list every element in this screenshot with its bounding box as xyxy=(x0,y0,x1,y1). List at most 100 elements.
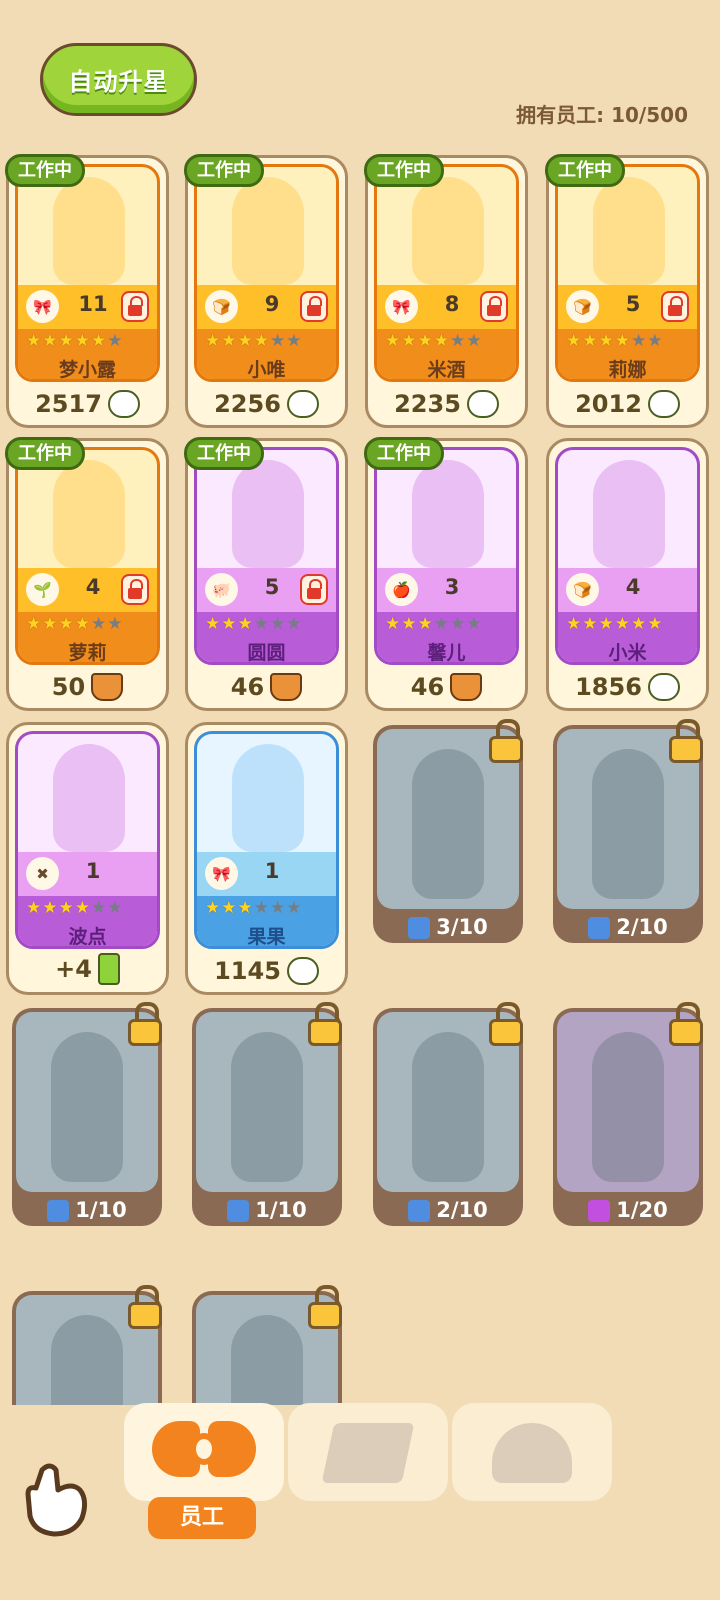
star-icon: ★ xyxy=(466,331,483,351)
tab-staff[interactable] xyxy=(124,1403,284,1501)
employee-card[interactable]: 🎀 11 ★★★★★★ 梦小露 2517 工作中 xyxy=(5,154,169,428)
star-rating: ★★★★★★ xyxy=(385,331,483,351)
lock-icon[interactable] xyxy=(121,574,149,605)
employee-name: 果果 xyxy=(247,926,286,948)
working-badge: 工作中 xyxy=(5,154,85,187)
padlock-icon xyxy=(487,1002,525,1046)
employee-level: 1 xyxy=(264,859,280,883)
employee-card[interactable]: 🎀 8 ★★★★★★ 米酒 2235 工作中 xyxy=(364,154,528,428)
star-icon: ★ xyxy=(385,614,402,634)
lock-icon[interactable] xyxy=(480,291,508,322)
employee-output: 1145 xyxy=(188,956,345,985)
employee-output: 1856 xyxy=(549,672,706,701)
auto-star-button[interactable]: 自动升星 xyxy=(40,43,197,116)
star-rating: ★★★★★★ xyxy=(26,614,124,634)
star-rating: ★★★★★★ xyxy=(566,331,664,351)
star-icon: ★ xyxy=(253,614,270,634)
locked-employee-card[interactable]: 3/10 xyxy=(373,719,523,943)
employee-output: 2256 xyxy=(188,389,345,418)
lock-icon[interactable] xyxy=(661,291,689,322)
star-icon: ★ xyxy=(433,331,450,351)
star-icon: ★ xyxy=(401,614,418,634)
cross-icon: ✖ xyxy=(26,857,59,890)
employee-card[interactable]: 🌱 4 ★★★★★★ 萝莉 50 工作中 xyxy=(5,437,169,711)
star-icon: ★ xyxy=(647,614,664,634)
working-badge: 工作中 xyxy=(364,154,444,187)
star-icon: ★ xyxy=(237,614,254,634)
puzzle-piece-icon xyxy=(408,917,431,939)
character-silhouette xyxy=(232,744,304,852)
employee-portrait xyxy=(558,450,697,568)
employee-level: 11 xyxy=(78,292,108,316)
employee-name: 梦小露 xyxy=(58,359,116,381)
tab-menu[interactable] xyxy=(288,1403,448,1501)
back-hand-icon[interactable] xyxy=(22,1460,92,1538)
employee-level: 8 xyxy=(444,292,460,316)
locked-employee-card[interactable]: 1/20 xyxy=(553,1002,703,1226)
star-icon: ★ xyxy=(286,898,303,918)
star-icon: ★ xyxy=(417,614,434,634)
employee-card[interactable]: 🍞 5 ★★★★★★ 莉娜 2012 工作中 xyxy=(545,154,709,428)
lock-icon[interactable] xyxy=(121,291,149,322)
working-badge: 工作中 xyxy=(184,154,264,187)
employee-card[interactable]: ✖ 1 ★★★★★★ 波点 +4 xyxy=(6,722,169,995)
employee-card[interactable]: 🐖 5 ★★★★★★ 圆圆 46 工作中 xyxy=(184,437,348,711)
employee-level: 3 xyxy=(444,575,460,599)
employee-card[interactable]: 🎀 1 ★★★★★★ 果果 1145 xyxy=(185,722,348,995)
stat-row: 🎀 8 xyxy=(377,285,516,329)
employee-portrait xyxy=(197,734,336,852)
locked-employee-card[interactable]: 1/10 xyxy=(12,1002,162,1226)
character-silhouette xyxy=(53,744,125,852)
hat-icon xyxy=(492,1423,572,1483)
output-value: 46 xyxy=(410,673,445,701)
name-row: ★★★★★★ 馨儿 xyxy=(377,612,516,664)
employee-output: +4 xyxy=(9,953,166,985)
locked-employee-card[interactable]: 1/10 xyxy=(192,1002,342,1226)
lock-icon[interactable] xyxy=(300,291,328,322)
star-icon: ★ xyxy=(74,614,91,634)
star-icon: ★ xyxy=(253,331,270,351)
employee-card[interactable]: 🍞 4 ★★★★★★ 小米 1856 xyxy=(546,438,709,711)
stat-row: 🎀 1 xyxy=(197,852,336,896)
padlock-icon xyxy=(667,719,705,763)
puzzle-piece-icon xyxy=(227,1200,250,1222)
star-icon: ★ xyxy=(270,614,287,634)
employee-card[interactable]: 🍎 3 ★★★★★★ 馨儿 46 工作中 xyxy=(364,437,528,711)
fragment-count: 1/10 xyxy=(75,1198,127,1222)
star-icon: ★ xyxy=(74,898,91,918)
tab-decor[interactable] xyxy=(452,1403,612,1501)
fragment-progress: 1/10 xyxy=(12,1198,162,1222)
locked-employee-card[interactable]: 2/10 xyxy=(373,1002,523,1226)
fragment-count: 1/10 xyxy=(255,1198,307,1222)
star-icon: ★ xyxy=(598,614,615,634)
employee-frame: 🎀 11 ★★★★★★ 梦小露 xyxy=(15,164,160,382)
output-value: +4 xyxy=(55,955,92,983)
star-rating: ★★★★★★ xyxy=(205,614,303,634)
locked-employee-card[interactable]: 2/10 xyxy=(553,719,703,943)
output-value: 2235 xyxy=(394,390,461,418)
working-badge: 工作中 xyxy=(545,154,625,187)
employee-level: 9 xyxy=(264,292,280,316)
name-row: ★★★★★★ 小唯 xyxy=(197,329,336,381)
puzzle-piece-icon xyxy=(588,917,611,939)
star-icon: ★ xyxy=(270,331,287,351)
locked-employee-card[interactable] xyxy=(192,1285,342,1405)
employee-card[interactable]: 🍞 9 ★★★★★★ 小唯 2256 工作中 xyxy=(184,154,348,428)
bow-icon: 🎀 xyxy=(385,290,418,323)
locked-employee-card[interactable] xyxy=(12,1285,162,1405)
employee-name: 米酒 xyxy=(427,359,466,381)
bow-icon: 🎀 xyxy=(205,857,238,890)
name-row: ★★★★★★ 萝莉 xyxy=(18,612,157,662)
star-icon: ★ xyxy=(221,614,238,634)
employee-output: 2517 xyxy=(9,389,166,418)
employee-name: 小唯 xyxy=(247,359,286,381)
character-silhouette xyxy=(593,460,665,568)
basket-icon xyxy=(91,673,124,701)
star-icon: ★ xyxy=(221,898,238,918)
working-badge: 工作中 xyxy=(184,437,264,470)
star-icon: ★ xyxy=(237,331,254,351)
lock-icon[interactable] xyxy=(300,574,328,605)
stat-row: 🍞 4 xyxy=(558,568,697,612)
working-badge: 工作中 xyxy=(5,437,85,470)
employee-name: 馨儿 xyxy=(427,642,466,664)
